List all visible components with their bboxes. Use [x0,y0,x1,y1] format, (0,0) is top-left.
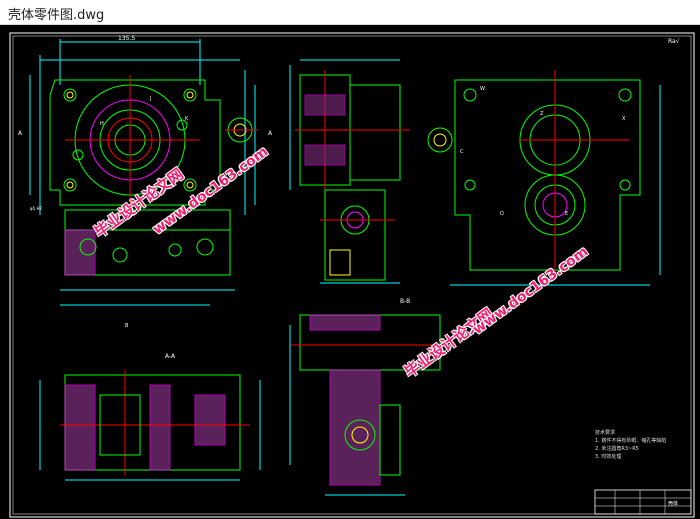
svg-text:B: B [125,323,129,329]
svg-text:φ5 H7: φ5 H7 [30,206,42,211]
section-aa-view: A-A [39,353,261,481]
technical-note-1: 1. 铸件不得有砂眼、缩孔等缺陷 [595,438,667,444]
technical-note-3: 3. 时效处理 [595,454,622,460]
svg-text:A: A [18,130,23,137]
technical-note-2: 2. 未注圆角R3~R5 [595,446,639,452]
svg-text:A-A: A-A [165,353,176,360]
title-block: 壳体 [594,489,692,515]
svg-text:W: W [480,86,485,92]
svg-text:H: H [100,121,104,127]
svg-text:壳体: 壳体 [668,500,678,507]
cad-drawing-canvas[interactable]: 135.5 A A J K H B φ5 H7 C D E X Z W Ra√ … [0,25,700,519]
side-view [289,59,410,284]
document-tab[interactable]: 壳体零件图.dwg [0,0,700,25]
section-bb-view: B-B [289,298,450,496]
svg-text:J: J [149,96,151,102]
document-title: 壳体零件图.dwg [8,8,105,23]
svg-text:C: C [460,149,464,155]
svg-text:Z: Z [540,111,544,117]
svg-text:X: X [622,116,626,122]
svg-text:Ra√: Ra√ [668,38,680,45]
svg-text:K: K [185,116,189,122]
svg-text:B-B: B-B [400,298,410,305]
svg-text:D: D [500,211,504,217]
top-view: C D E X Z W Ra√ [427,38,680,286]
svg-text:E: E [565,211,568,217]
cad-drawing: 135.5 A A J K H B φ5 H7 C D E X Z W Ra√ … [9,32,695,518]
svg-text:135.5: 135.5 [118,35,135,42]
svg-text:A: A [268,130,273,137]
technical-notes-title: 技术要求 [595,430,616,436]
